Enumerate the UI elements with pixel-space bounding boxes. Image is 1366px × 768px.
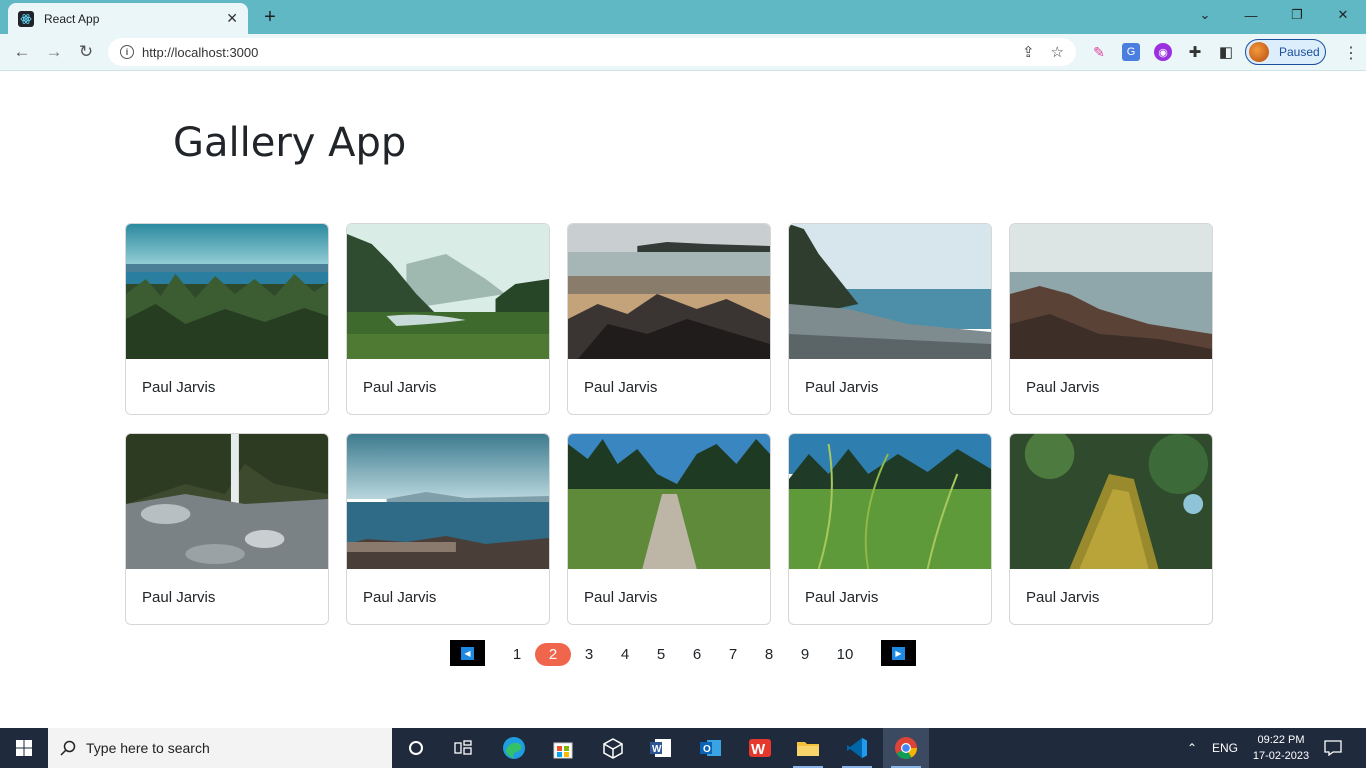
gallery-card[interactable]: Paul Jarvis (567, 223, 771, 415)
windows-taskbar: Type here to search W O W ⌃ ENG 09:22 PM… (0, 728, 1366, 768)
wps-office-icon[interactable]: W (737, 728, 783, 768)
show-hidden-icons-chevron-icon[interactable]: ⌃ (1187, 728, 1197, 768)
page-link-10[interactable]: 10 (827, 643, 863, 666)
gallery-card[interactable]: Paul Jarvis (788, 223, 992, 415)
page-link-4[interactable]: 4 (607, 643, 643, 666)
extension-icon[interactable]: ◉ (1154, 43, 1172, 61)
gallery-card[interactable]: Paul Jarvis (788, 433, 992, 625)
photo (789, 434, 991, 570)
translate-extension-icon[interactable]: G (1122, 43, 1140, 61)
reload-icon[interactable]: ↻ (74, 40, 98, 64)
author-name: Paul Jarvis (1026, 589, 1100, 606)
author-name: Paul Jarvis (142, 589, 216, 606)
photo (347, 224, 549, 359)
page-link-5[interactable]: 5 (643, 643, 679, 666)
windows-logo-icon (16, 740, 32, 756)
react-icon (18, 10, 34, 27)
page-link-7[interactable]: 7 (715, 643, 751, 666)
menu-kebab-icon[interactable]: ⋮ (1343, 43, 1359, 63)
next-arrow-icon: ▶ (892, 646, 905, 660)
author-name: Paul Jarvis (584, 589, 658, 606)
page-link-8[interactable]: 8 (751, 643, 787, 666)
svg-text:W: W (751, 741, 766, 758)
page-link-3[interactable]: 3 (571, 643, 607, 666)
search-icon (60, 740, 76, 756)
chrome-icon[interactable] (883, 728, 929, 768)
profile-status: Paused (1279, 45, 1320, 59)
new-tab-button[interactable]: + (258, 5, 282, 29)
task-view-icon[interactable] (440, 728, 486, 768)
edge-icon[interactable] (491, 728, 537, 768)
author-name: Paul Jarvis (1026, 379, 1100, 396)
tab-title: React App (44, 11, 100, 26)
photo (568, 434, 770, 569)
gallery-card[interactable]: Paul Jarvis (125, 223, 329, 415)
next-page-button[interactable]: ▶ (881, 640, 916, 666)
page-link-6[interactable]: 6 (679, 643, 715, 666)
minimize-button[interactable]: — (1236, 4, 1266, 26)
share-icon[interactable]: ⇪ (1022, 43, 1035, 61)
restore-button[interactable]: ❐ (1282, 4, 1312, 26)
side-panel-icon[interactable]: ◧ (1217, 43, 1235, 61)
photo (568, 224, 770, 359)
3d-viewer-icon[interactable] (590, 728, 636, 768)
vscode-icon[interactable] (834, 728, 880, 768)
browser-toolbar: ← → ↻ i http://localhost:3000 ⇪ ☆ ✎ G ◉ … (0, 34, 1366, 71)
puzzle-extensions-icon[interactable]: ✚ (1186, 43, 1204, 61)
tab-search-icon[interactable]: ⌄ (1190, 4, 1220, 26)
bookmark-star-icon[interactable]: ☆ (1051, 43, 1064, 61)
forward-icon[interactable]: → (42, 40, 66, 64)
svg-text:O: O (703, 744, 711, 755)
clock-time: 09:22 PM (1257, 734, 1305, 746)
page-link-1[interactable]: 1 (499, 643, 535, 666)
outlook-icon[interactable]: O (688, 728, 734, 768)
svg-text:W: W (652, 744, 662, 755)
taskbar-search-box[interactable]: Type here to search (48, 728, 392, 768)
photo (126, 434, 328, 569)
gallery-card[interactable]: Paul Jarvis (346, 433, 550, 625)
start-button[interactable] (0, 728, 48, 768)
photo (789, 224, 991, 359)
site-info-icon[interactable]: i (120, 45, 134, 59)
profile-button[interactable]: Paused (1245, 39, 1326, 65)
page-title: Gallery App (173, 120, 407, 166)
gallery-card[interactable]: Paul Jarvis (346, 223, 550, 415)
avatar (1249, 42, 1269, 62)
language-indicator[interactable]: ENG (1212, 728, 1238, 768)
gallery-card[interactable]: Paul Jarvis (1009, 433, 1213, 625)
gallery-card[interactable]: Paul Jarvis (567, 433, 771, 625)
close-window-button[interactable]: ✕ (1328, 4, 1358, 26)
author-name: Paul Jarvis (142, 379, 216, 396)
back-icon[interactable]: ← (10, 40, 34, 64)
address-bar[interactable]: i http://localhost:3000 ⇪ ☆ (108, 38, 1076, 66)
photo (126, 224, 328, 359)
search-placeholder: Type here to search (86, 740, 210, 756)
file-explorer-icon[interactable] (785, 728, 831, 768)
page-link-2-active[interactable]: 2 (535, 643, 571, 666)
author-name: Paul Jarvis (363, 379, 437, 396)
notifications-icon[interactable] (1324, 728, 1342, 768)
photo (1010, 434, 1212, 569)
gallery-card[interactable]: Paul Jarvis (1009, 223, 1213, 415)
close-tab-icon[interactable]: ✕ (226, 10, 238, 27)
url-text[interactable]: http://localhost:3000 (142, 45, 1006, 60)
author-name: Paul Jarvis (363, 589, 437, 606)
browser-titlebar: React App ✕ + ⌄ — ❐ ✕ (0, 0, 1366, 34)
previous-page-button[interactable]: ◀ (450, 640, 485, 666)
cortana-icon[interactable] (393, 728, 439, 768)
browser-tab[interactable]: React App ✕ (8, 3, 248, 34)
photo (347, 434, 549, 569)
store-icon[interactable] (540, 728, 586, 768)
photo (1010, 224, 1212, 359)
clock-date: 17-02-2023 (1252, 750, 1310, 762)
taskbar-clock[interactable]: 09:22 PM 17-02-2023 (1246, 732, 1316, 764)
previous-arrow-icon: ◀ (461, 646, 474, 660)
author-name: Paul Jarvis (805, 379, 879, 396)
author-name: Paul Jarvis (584, 379, 658, 396)
gallery-card[interactable]: Paul Jarvis (125, 433, 329, 625)
page-link-9[interactable]: 9 (787, 643, 823, 666)
word-icon[interactable]: W (638, 728, 684, 768)
author-name: Paul Jarvis (805, 589, 879, 606)
color-picker-extension-icon[interactable]: ✎ (1090, 43, 1108, 61)
